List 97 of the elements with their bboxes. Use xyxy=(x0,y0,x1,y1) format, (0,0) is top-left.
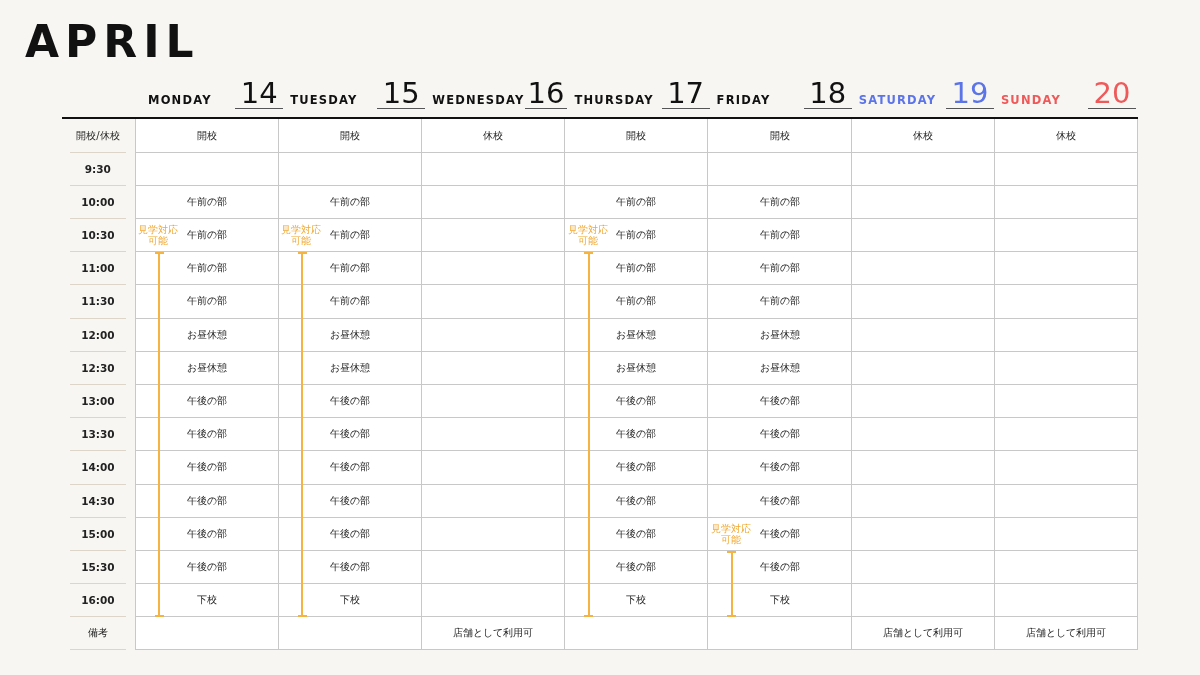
cell-text: 午後の部 xyxy=(329,493,370,508)
cell-text: 午前の部 xyxy=(759,228,800,243)
cell-text: 休校 xyxy=(483,128,504,143)
cell-text: 午後の部 xyxy=(329,559,370,574)
day-date: 19 xyxy=(945,78,994,110)
day-name: MONDAY xyxy=(148,93,212,108)
day-date: 17 xyxy=(661,78,710,110)
row-label: 16:00 xyxy=(70,584,126,618)
cell-text: 午後の部 xyxy=(616,559,657,574)
day-name: FRIDAY xyxy=(716,93,771,108)
cell-text: 店舗として利用可 xyxy=(882,626,963,641)
cell-text: 午後の部 xyxy=(186,427,227,442)
cell-text: 午前の部 xyxy=(759,194,800,209)
row-label: 12:00 xyxy=(70,318,126,352)
row-label: 開校/休校 xyxy=(70,119,126,153)
cell-text: 午後の部 xyxy=(616,493,657,508)
cell-text: 午後の部 xyxy=(186,493,227,508)
cell-text: 午後の部 xyxy=(186,559,227,574)
cell-text: 午後の部 xyxy=(186,460,227,475)
row-label: 11:00 xyxy=(70,252,126,286)
day-date: 18 xyxy=(803,78,852,110)
cell-text: 午後の部 xyxy=(616,427,657,442)
cell-text: お昼休憩 xyxy=(329,327,370,342)
cell-text: 午後の部 xyxy=(616,526,657,541)
cell-text: 午前の部 xyxy=(329,261,370,276)
visit-note: 見学対応可能 xyxy=(280,224,323,247)
cell-text: お昼休憩 xyxy=(616,360,657,375)
day-date: 15 xyxy=(377,78,426,110)
day-name: SATURDAY xyxy=(858,93,937,108)
cell-text: お昼休憩 xyxy=(616,327,657,342)
visit-note: 見学対応可能 xyxy=(566,224,609,247)
cell-text: 午後の部 xyxy=(616,394,657,409)
row-label: 10:00 xyxy=(70,185,126,219)
day-date: 14 xyxy=(235,78,284,110)
cell-text: 休校 xyxy=(1055,128,1076,143)
cell-text: 午後の部 xyxy=(329,526,370,541)
cell-text: 午後の部 xyxy=(759,526,800,541)
cell-text: 午後の部 xyxy=(329,394,370,409)
cell-text: 午後の部 xyxy=(186,526,227,541)
cell-text: 午前の部 xyxy=(616,194,657,209)
cell-text: 午後の部 xyxy=(759,559,800,574)
cell-text: 午前の部 xyxy=(329,294,370,309)
cell-text: 下校 xyxy=(339,593,360,608)
cell-text: 午前の部 xyxy=(759,261,800,276)
cell-text: 午後の部 xyxy=(329,460,370,475)
cell-text: 午前の部 xyxy=(186,261,227,276)
cell-text: 下校 xyxy=(626,593,647,608)
cell-text: 午前の部 xyxy=(616,261,657,276)
day-name: THURSDAY xyxy=(574,93,654,108)
cell-text: 午前の部 xyxy=(329,228,370,243)
cell-text: 午後の部 xyxy=(616,460,657,475)
cell-text: お昼休憩 xyxy=(186,360,227,375)
row-label: 9:30 xyxy=(70,152,126,186)
visit-note: 見学対応可能 xyxy=(709,522,752,545)
cell-text: 午前の部 xyxy=(759,294,800,309)
row-label: 13:30 xyxy=(70,418,126,452)
row-label: 12:30 xyxy=(70,351,126,385)
cell-text: 午前の部 xyxy=(186,294,227,309)
cell-text: 開校 xyxy=(196,128,217,143)
row-label: 15:00 xyxy=(70,517,126,551)
cell-text: 開校 xyxy=(769,128,790,143)
cell-text: 午前の部 xyxy=(329,194,370,209)
cell-text: 開校 xyxy=(339,128,360,143)
cell-text: 店舗として利用可 xyxy=(1025,626,1106,641)
day-date: 20 xyxy=(1088,78,1137,110)
row-label: 10:30 xyxy=(70,219,126,253)
row-label: 14:00 xyxy=(70,451,126,485)
row-label: 備考 xyxy=(70,617,126,651)
cell-text: 午前の部 xyxy=(616,228,657,243)
row-label: 14:30 xyxy=(70,484,126,518)
row-label: 15:30 xyxy=(70,550,126,585)
cell-text: 店舗として利用可 xyxy=(453,626,534,641)
cell-text: お昼休憩 xyxy=(759,360,800,375)
day-name: SUNDAY xyxy=(1000,93,1061,108)
visit-note: 見学対応可能 xyxy=(137,224,180,247)
row-label: 11:30 xyxy=(70,285,126,319)
day-name: TUESDAY xyxy=(290,93,358,108)
cell-text: 午前の部 xyxy=(186,228,227,243)
cell-text: 下校 xyxy=(196,593,217,608)
cell-text: 午後の部 xyxy=(759,460,800,475)
cell-text: お昼休憩 xyxy=(186,327,227,342)
cell-text: 午後の部 xyxy=(759,427,800,442)
cell-text: 休校 xyxy=(912,128,933,143)
cell-text: 午後の部 xyxy=(759,394,800,409)
cell-text: 午後の部 xyxy=(759,493,800,508)
cell-text: 午後の部 xyxy=(186,394,227,409)
month-title: APRIL xyxy=(25,20,200,64)
cell-text: 午後の部 xyxy=(329,427,370,442)
cell-text: お昼休憩 xyxy=(759,327,800,342)
cell-text: お昼休憩 xyxy=(329,360,370,375)
cell-text: 開校 xyxy=(626,128,647,143)
day-date: 16 xyxy=(524,78,568,110)
row-label: 13:00 xyxy=(70,384,126,419)
day-name: WEDNESDAY xyxy=(432,93,525,108)
cell-text: 午前の部 xyxy=(186,194,227,209)
cell-text: 下校 xyxy=(769,593,790,608)
cell-text: 午前の部 xyxy=(616,294,657,309)
